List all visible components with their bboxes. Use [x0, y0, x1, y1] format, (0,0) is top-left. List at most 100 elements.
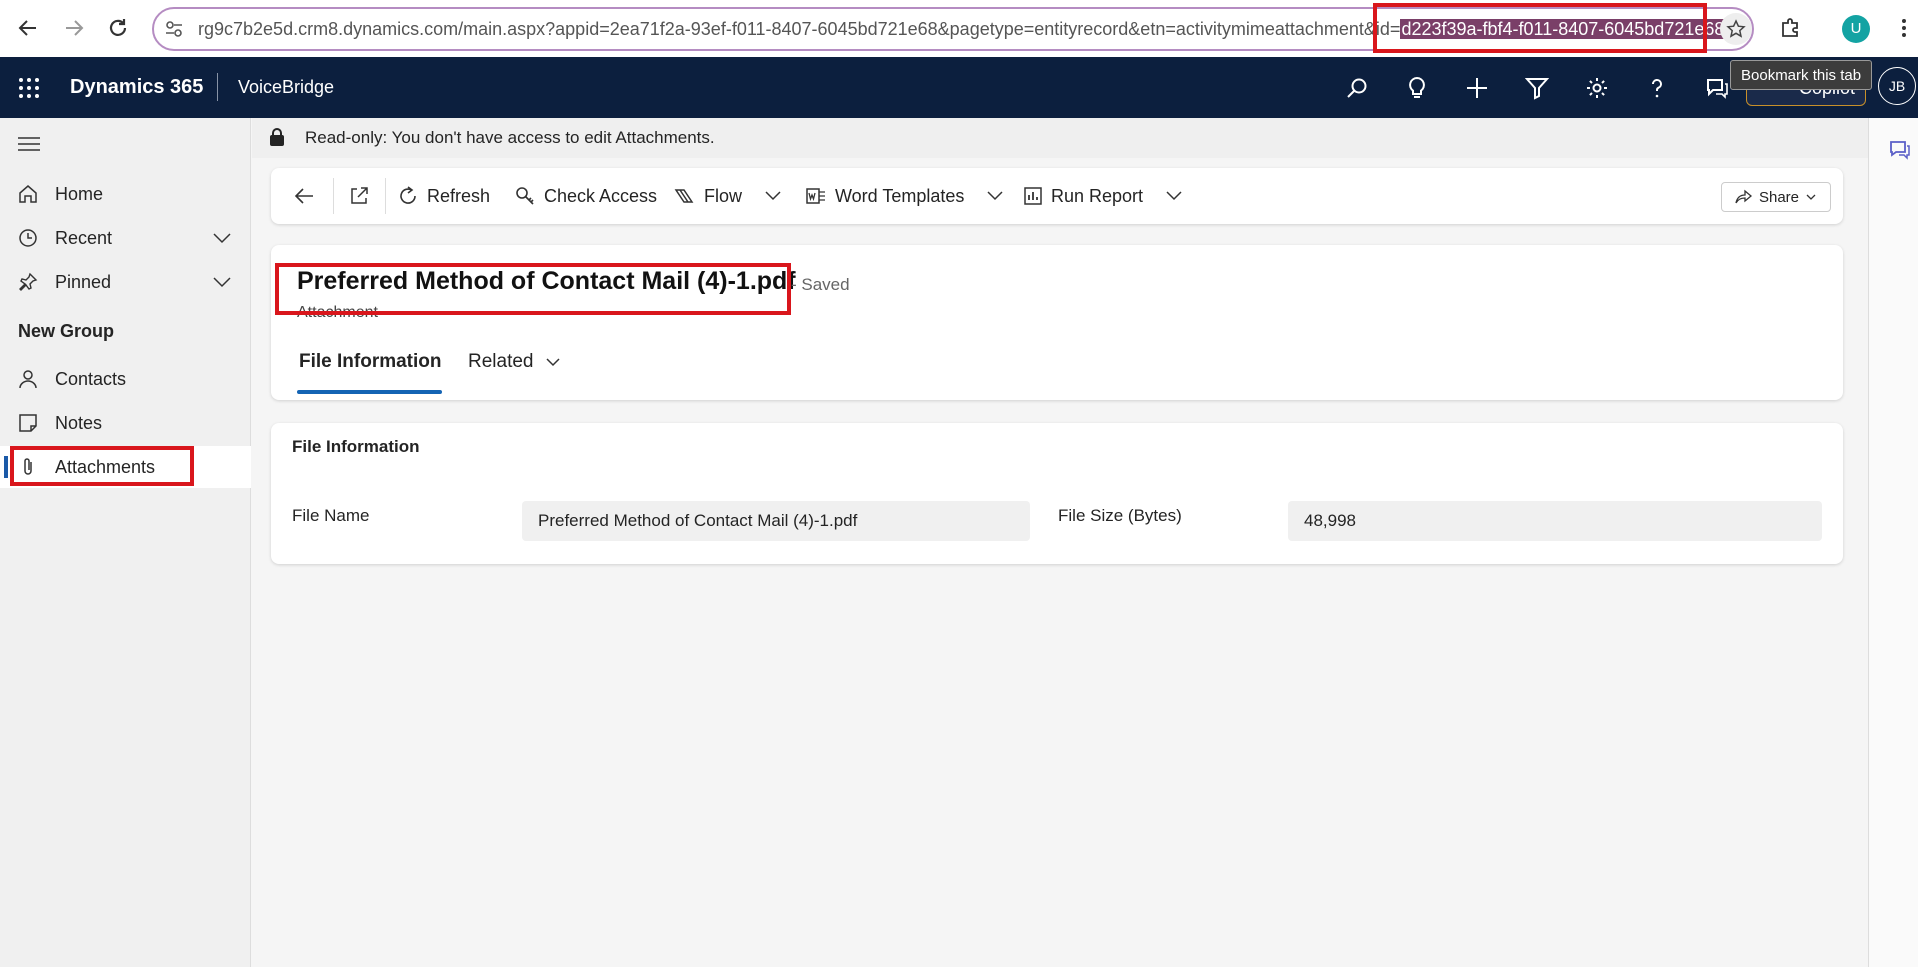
flow-button[interactable]: Flow — [674, 168, 784, 224]
entity-type: Attachment — [297, 304, 378, 321]
file-size-label: File Size (Bytes) — [1058, 506, 1182, 525]
run-report-label: Run Report — [1051, 185, 1144, 206]
readonly-notice: Read-only: You don't have access to edit… — [252, 118, 1868, 158]
sidebar-item-attachments[interactable]: Attachments — [0, 446, 251, 488]
sidebar-item-label: Home — [55, 183, 104, 204]
sidebar-item-label: Recent — [55, 227, 113, 248]
settings-gear-icon[interactable] — [1582, 73, 1612, 103]
tab-file-information[interactable]: File Information — [299, 351, 442, 373]
app-name[interactable]: VoiceBridge — [238, 77, 334, 98]
sidebar-item-notes[interactable]: Notes — [0, 403, 251, 443]
refresh-icon — [400, 186, 416, 204]
right-side-pane — [1868, 118, 1918, 967]
tab-related[interactable]: Related — [468, 351, 562, 373]
readonly-text: Read-only: You don't have access to edit… — [305, 128, 715, 147]
file-information-section: File Information File Name Preferred Met… — [271, 423, 1843, 564]
chevron-down-icon — [765, 191, 781, 201]
back-arrow-icon[interactable] — [10, 10, 46, 46]
user-avatar[interactable]: JB — [1878, 67, 1916, 105]
filter-icon[interactable] — [1522, 73, 1552, 103]
back-button[interactable] — [293, 168, 315, 224]
flow-icon — [674, 189, 694, 203]
chevron-down-icon — [987, 191, 1003, 201]
file-name-label: File Name — [292, 506, 370, 525]
sidebar-group-title: New Group — [18, 321, 115, 341]
home-icon — [17, 183, 39, 205]
app-launcher-icon[interactable] — [18, 77, 40, 99]
sidebar-item-label: Pinned — [55, 271, 112, 292]
sidebar-item-contacts[interactable]: Contacts — [0, 359, 251, 399]
record-header: Preferred Method of Contact Mail (4)-1.p… — [271, 245, 1843, 400]
chevron-down-icon — [545, 358, 560, 367]
search-icon[interactable] — [1342, 73, 1372, 103]
check-access-label: Check Access — [544, 185, 658, 206]
flow-label: Flow — [704, 185, 743, 206]
forward-arrow-icon[interactable] — [56, 10, 92, 46]
sidebar-item-label: Contacts — [55, 368, 127, 389]
hamburger-menu-icon[interactable] — [18, 136, 40, 152]
left-navigation: Home Recent Pinned New Group Contacts No… — [0, 118, 251, 967]
url-prefix: rg9c7b2e5d.crm8.dynamics.com/main.aspx?a… — [198, 19, 1401, 39]
tab-related-label: Related — [468, 351, 534, 372]
lock-icon — [269, 128, 285, 146]
note-icon — [17, 412, 39, 434]
word-template-icon — [806, 188, 825, 204]
bookmark-star-icon[interactable] — [1720, 13, 1752, 45]
command-bar: Refresh Check Access Flow Word Templates… — [271, 168, 1843, 224]
sidebar-item-recent[interactable]: Recent — [0, 218, 251, 258]
paperclip-icon — [17, 456, 39, 478]
new-plus-icon[interactable] — [1462, 73, 1492, 103]
back-arrow-icon — [294, 188, 313, 204]
chevron-down-icon[interactable] — [212, 276, 232, 288]
side-chat-icon[interactable] — [1889, 138, 1911, 160]
chevron-down-icon — [1806, 194, 1816, 200]
profile-avatar[interactable]: U — [1842, 15, 1870, 43]
section-title: File Information — [292, 437, 420, 456]
refresh-button[interactable]: Refresh — [397, 168, 490, 224]
browser-toolbar: rg9c7b2e5d.crm8.dynamics.com/main.aspx?a… — [0, 0, 1918, 57]
sidebar-item-pinned[interactable]: Pinned — [0, 262, 251, 302]
chevron-down-icon[interactable] — [212, 232, 232, 244]
share-button[interactable]: Share — [1721, 182, 1831, 212]
report-icon — [1024, 187, 1042, 205]
active-indicator — [4, 456, 8, 478]
save-status: - Saved — [791, 275, 850, 294]
url-text: rg9c7b2e5d.crm8.dynamics.com/main.aspx?a… — [198, 19, 1726, 40]
file-size-field[interactable]: 48,998 — [1288, 501, 1822, 541]
share-label: Share — [1758, 188, 1800, 206]
bookmark-tooltip: Bookmark this tab — [1730, 60, 1873, 90]
site-settings-icon[interactable] — [164, 19, 184, 39]
word-templates-label: Word Templates — [835, 185, 965, 206]
lightbulb-icon[interactable] — [1402, 73, 1432, 103]
url-selected-id: d223f39a-fbf4-f011-8407-6045bd721e68 — [1400, 19, 1726, 39]
sidebar-item-home[interactable]: Home — [0, 174, 251, 214]
sidebar-item-label: Notes — [55, 412, 103, 433]
extensions-icon[interactable] — [1772, 10, 1808, 46]
clock-icon — [17, 227, 39, 249]
app-header: Dynamics 365 VoiceBridge Copilot JB — [0, 57, 1918, 118]
browser-menu-icon[interactable] — [1892, 10, 1916, 46]
share-icon — [1735, 189, 1752, 204]
active-tab-indicator — [297, 390, 442, 394]
person-icon — [17, 368, 39, 390]
pin-icon — [17, 271, 39, 293]
open-new-window-button[interactable] — [349, 168, 369, 224]
open-external-icon — [351, 187, 368, 204]
sidebar-item-label: Attachments — [55, 456, 156, 477]
command-divider — [333, 178, 334, 214]
record-title: Preferred Method of Contact Mail (4)-1.p… — [297, 267, 796, 295]
command-divider — [385, 178, 386, 214]
feedback-chat-icon[interactable] — [1702, 73, 1732, 103]
refresh-label: Refresh — [427, 185, 491, 206]
check-access-button[interactable]: Check Access — [514, 168, 657, 224]
chevron-down-icon — [1166, 191, 1182, 201]
help-question-icon[interactable] — [1642, 73, 1672, 103]
key-search-icon — [516, 187, 534, 205]
run-report-button[interactable]: Run Report — [1023, 168, 1185, 224]
word-templates-button[interactable]: Word Templates — [805, 168, 1006, 224]
reload-icon[interactable] — [100, 10, 136, 46]
header-divider — [217, 73, 218, 101]
brand-name[interactable]: Dynamics 365 — [70, 76, 203, 99]
address-bar[interactable]: rg9c7b2e5d.crm8.dynamics.com/main.aspx?a… — [152, 7, 1754, 51]
file-name-field[interactable]: Preferred Method of Contact Mail (4)-1.p… — [522, 501, 1030, 541]
